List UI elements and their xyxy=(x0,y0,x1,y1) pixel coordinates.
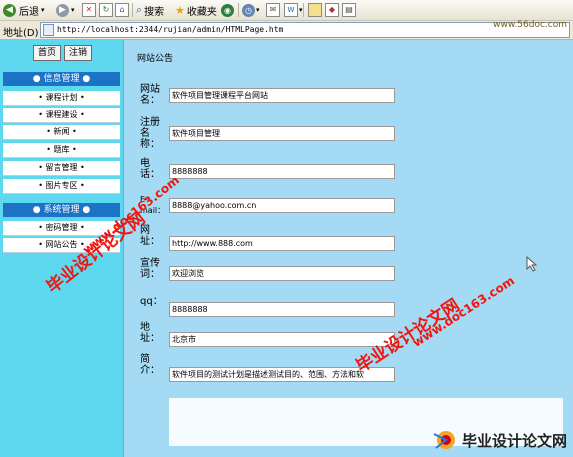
phone-label: 电话： xyxy=(140,158,160,180)
main-content: 网站公告 网站名： 软件项目管理课程平台网站 注册名称： 软件项目管理 电话： … xyxy=(124,40,573,457)
chevron-down-icon: ▾ xyxy=(71,6,75,14)
nav-item-news[interactable]: • 新闻 • xyxy=(3,125,120,140)
history-icon: ◷ xyxy=(242,3,255,17)
research-icon: ▤ xyxy=(342,3,356,17)
favorites-button[interactable]: ★ 收藏夹 xyxy=(175,2,217,18)
phone-input[interactable]: 8888888 xyxy=(169,164,395,179)
mail-icon: ✉ xyxy=(266,3,280,17)
chevron-down-icon: ▾ xyxy=(41,6,45,14)
page-title: 网站公告 xyxy=(137,54,174,64)
star-icon: ★ xyxy=(175,3,185,17)
intro-label: 简介： xyxy=(140,354,160,376)
research-button[interactable]: ▤ xyxy=(342,2,356,18)
address-url: http://localhost:2344/rujian/admin/HTMLP… xyxy=(57,25,284,34)
favorites-label: 收藏夹 xyxy=(186,6,217,18)
back-arrow-icon: ◀ xyxy=(3,3,16,17)
qq-label: qq： xyxy=(140,296,163,307)
refresh-button[interactable]: ↻ xyxy=(99,2,113,18)
toolbar-separator xyxy=(238,3,239,17)
forward-arrow-icon: ▶ xyxy=(56,3,69,17)
folder-icon xyxy=(308,3,322,17)
refresh-icon: ↻ xyxy=(99,3,113,17)
website-input[interactable]: http://www.888.com xyxy=(169,236,395,251)
home-icon: ⌂ xyxy=(115,3,129,17)
slogan-input[interactable]: 欢迎浏览 xyxy=(169,266,395,281)
section-header-info-management[interactable]: ● 信息管理 ● xyxy=(3,72,120,86)
media-icon: ◉ xyxy=(221,3,234,17)
address-bar: 地址(D) http://localhost:2344/rujian/admin… xyxy=(0,21,573,40)
messenger-icon: ◆ xyxy=(325,3,339,17)
chevron-down-icon: ▾ xyxy=(299,6,303,14)
registered-name-label: 注册名称： xyxy=(140,117,160,150)
messenger-button[interactable]: ◆ xyxy=(325,2,339,18)
nav-item-course-plan[interactable]: • 课程计划 • xyxy=(3,91,120,106)
toolbar-separator xyxy=(303,3,304,17)
mail-button[interactable]: ✉ xyxy=(266,2,280,18)
brand-logo: 毕业设计论文网 xyxy=(432,428,567,452)
media-button[interactable]: ◉ xyxy=(221,2,234,18)
nav-item-course-construction[interactable]: • 课程建设 • xyxy=(3,108,120,123)
qq-input[interactable]: 8888888 xyxy=(169,302,395,317)
email-input[interactable]: 8888@yahoo.com.cn xyxy=(169,198,395,213)
discuss-button[interactable] xyxy=(308,2,322,18)
brand-name: 毕业设计论文网 xyxy=(461,431,567,450)
stop-icon: ✕ xyxy=(82,3,96,17)
search-label: 搜索 xyxy=(144,6,165,18)
home-nav-button[interactable]: 首页 xyxy=(33,45,62,61)
address-field-label: 地址： xyxy=(140,322,160,344)
site-name-label: 网站名： xyxy=(140,84,160,106)
address-input[interactable]: http://localhost:2344/rujian/admin/HTMLP… xyxy=(40,22,570,38)
nav-item-question-bank[interactable]: • 题库 • xyxy=(3,143,120,158)
history-button[interactable]: ◷ ▾ xyxy=(242,2,260,18)
site-name-input[interactable]: 软件项目管理课程平台网站 xyxy=(169,88,395,103)
stop-button[interactable]: ✕ xyxy=(82,2,96,18)
section-header-system-management[interactable]: ● 系统管理 ● xyxy=(3,203,120,217)
back-button[interactable]: ◀ 后退 ▾ xyxy=(3,2,45,18)
page-icon xyxy=(43,24,54,36)
slogan-label: 宣传词： xyxy=(140,258,160,280)
brand-logo-icon xyxy=(433,431,455,449)
nav-item-message-management[interactable]: • 留言管理 • xyxy=(3,161,120,176)
registered-name-input[interactable]: 软件项目管理 xyxy=(169,126,395,141)
edit-icon: W xyxy=(284,3,298,17)
browser-toolbar: ◀ 后退 ▾ ▶ ▾ ✕ ↻ ⌂ ⌕ 搜索 ★ 收藏夹 ◉ ◷ ▾ ✉ W ▾ … xyxy=(0,0,573,21)
search-icon: ⌕ xyxy=(136,3,143,16)
back-label: 后退 xyxy=(19,6,39,18)
forward-button[interactable]: ▶ ▾ xyxy=(56,2,75,18)
address-label: 地址(D) xyxy=(3,28,39,39)
mouse-cursor-icon xyxy=(526,256,538,272)
search-button[interactable]: ⌕ 搜索 xyxy=(136,2,164,18)
address-field-input[interactable]: 北京市 xyxy=(169,332,395,347)
brand-url: www.56doc.com xyxy=(493,20,567,30)
toolbar-separator xyxy=(132,3,133,17)
chevron-down-icon: ▾ xyxy=(256,6,260,14)
home-button[interactable]: ⌂ xyxy=(115,2,129,18)
nav-item-picture-zone[interactable]: • 图片专区 • xyxy=(3,179,120,194)
logout-button[interactable]: 注销 xyxy=(64,45,93,61)
edit-button[interactable]: W ▾ xyxy=(284,2,303,18)
